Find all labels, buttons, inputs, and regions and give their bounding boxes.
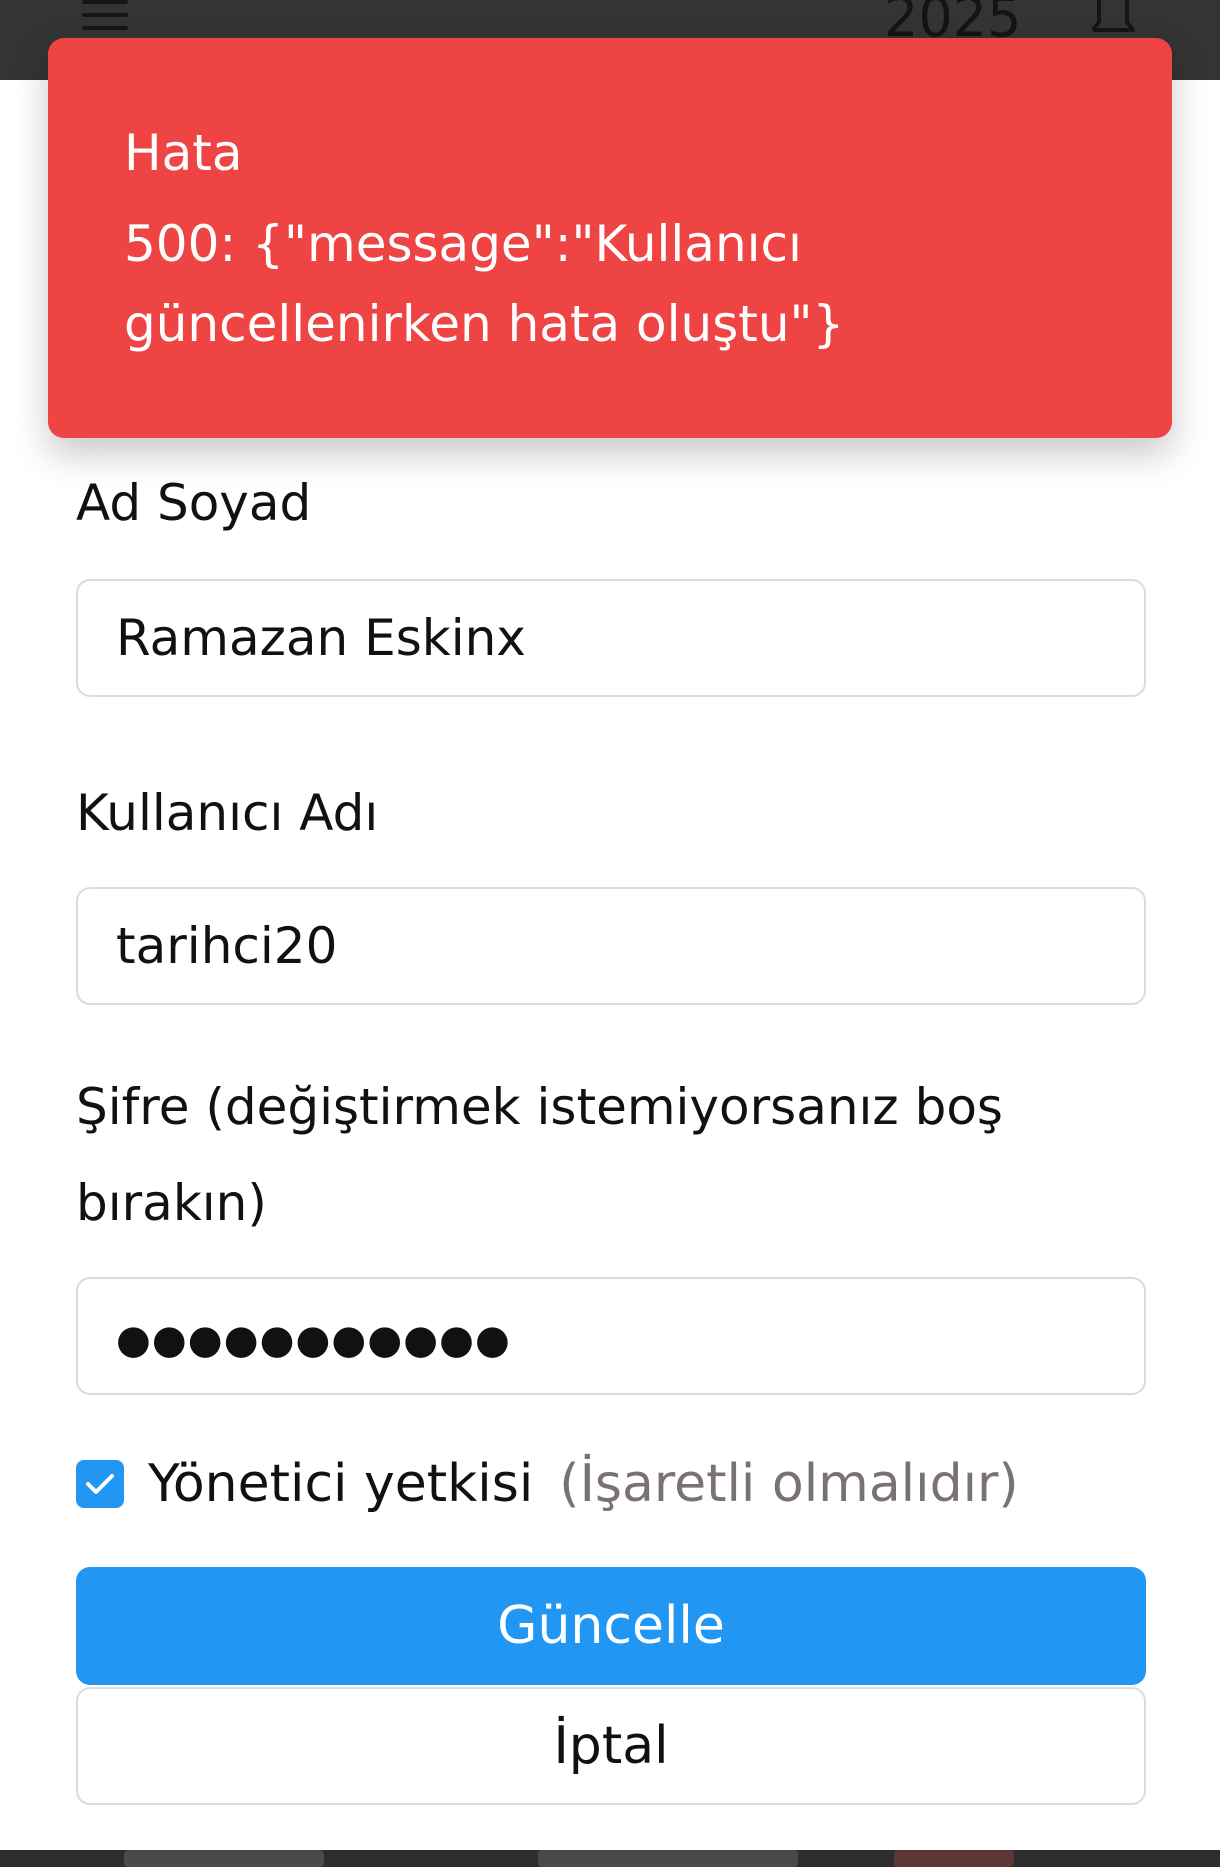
admin-checkbox-hint: (İşaretli olmalıdır): [559, 1454, 1019, 1514]
toast-title: Hata: [124, 124, 243, 182]
admin-checkbox[interactable]: [76, 1460, 124, 1508]
check-icon: [86, 1474, 114, 1494]
password-value: ●●●●●●●●●●●: [116, 1317, 511, 1363]
menu-icon[interactable]: [82, 0, 128, 34]
cancel-button[interactable]: İptal: [76, 1687, 1146, 1805]
admin-checkbox-label[interactable]: Yönetici yetkisi: [148, 1454, 533, 1514]
password-input[interactable]: ●●●●●●●●●●●: [76, 1277, 1146, 1395]
error-toast[interactable]: Hata 500: {"message":"Kullanıcı güncelle…: [48, 38, 1172, 438]
password-label: Şifre (değiştirmek istemiyorsanız boş bı…: [76, 1078, 1003, 1232]
update-button[interactable]: Güncelle: [76, 1567, 1146, 1685]
username-label: Kullanıcı Adı: [76, 784, 379, 842]
underlying-list-peek: [0, 1850, 1220, 1867]
bell-icon[interactable]: [1083, 0, 1143, 34]
full-name-input[interactable]: Ramazan Eskinx: [76, 579, 1146, 697]
admin-checkbox-row: Yönetici yetkisi (İşaretli olmalıdır): [76, 1441, 1146, 1527]
username-input[interactable]: tarihci20: [76, 887, 1146, 1005]
toast-message: 500: {"message":"Kullanıcı güncellenirke…: [124, 215, 845, 353]
edit-user-form: Ad Soyad Ramazan Eskinx Kullanıcı Adı ta…: [76, 455, 1146, 1805]
full-name-label: Ad Soyad: [76, 474, 312, 532]
